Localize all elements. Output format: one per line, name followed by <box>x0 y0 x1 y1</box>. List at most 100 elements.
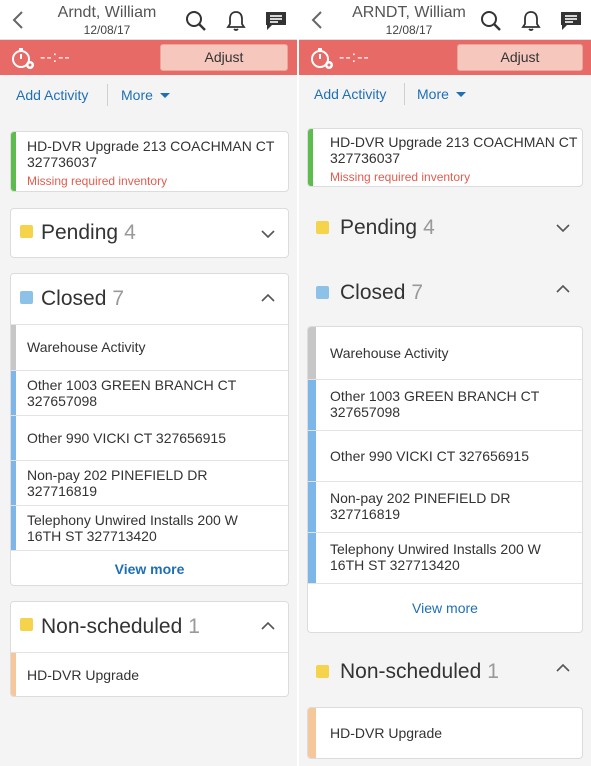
right-screen: ARNDT, William 12/08/17 --:-- Adjust Add… <box>299 0 591 766</box>
more-menu-button[interactable]: More <box>121 87 170 103</box>
chevron-left-icon <box>311 11 322 29</box>
action-bar: Add Activity More <box>299 75 591 113</box>
adjust-button[interactable]: Adjust <box>457 44 583 71</box>
search-button[interactable] <box>479 9 503 33</box>
item-text: Other 1003 GREEN BRANCH CT 327657098 <box>27 377 237 409</box>
more-menu-button[interactable]: More <box>417 86 466 102</box>
pending-label: Pending <box>340 216 418 239</box>
list-item[interactable]: Warehouse Activity <box>11 325 288 370</box>
closed-list: Warehouse Activity Other 1003 GREEN BRAN… <box>307 326 583 633</box>
item-text: Telephony Unwired Installs 200 W 16TH ST… <box>330 541 541 573</box>
pending-color-square <box>20 225 33 238</box>
list-item[interactable]: Telephony Unwired Installs 200 W 16TH ST… <box>308 532 582 583</box>
adjust-button[interactable]: Adjust <box>160 44 288 71</box>
add-activity-link[interactable]: Add Activity <box>314 86 386 102</box>
group-closed-header[interactable]: Closed 7 <box>11 274 288 325</box>
status-stripe <box>308 708 316 758</box>
back-button[interactable] <box>8 8 30 32</box>
list-item[interactable]: Non-pay 202 PINEFIELD DR 327716819 <box>308 481 582 532</box>
inventory-warning: Missing required inventory <box>27 174 168 188</box>
notifications-button[interactable] <box>519 9 543 33</box>
chevron-up-icon <box>555 281 571 297</box>
status-stripe <box>308 431 316 481</box>
chat-icon <box>561 12 581 30</box>
item-text: Other 1003 GREEN BRANCH CT 327657098 <box>330 388 540 420</box>
status-stripe <box>11 506 16 550</box>
list-item[interactable]: HD-DVR Upgrade <box>308 708 582 758</box>
group-nonscheduled-header[interactable]: Non-scheduled 1 <box>307 648 583 698</box>
pending-label: Pending <box>41 221 119 244</box>
group-nonscheduled-header[interactable]: Non-scheduled 1 <box>11 602 288 653</box>
action-bar: Add Activity More <box>0 75 297 115</box>
stopwatch-icon <box>12 48 34 69</box>
search-icon <box>186 11 206 31</box>
list-item[interactable]: Other 990 VICKI CT 327656915 <box>308 430 582 481</box>
group-pending-header[interactable]: Pending 4 <box>10 208 289 258</box>
left-screen: Arndt, William 12/08/17 --:-- Adjust Add… <box>0 0 297 766</box>
notifications-button[interactable] <box>224 9 248 33</box>
list-item[interactable]: Other 1003 GREEN BRANCH CT 327657098 <box>11 370 288 415</box>
resource-name: Arndt, William <box>57 4 157 21</box>
caret-down-icon <box>455 91 466 97</box>
nonscheduled-list: HD-DVR Upgrade <box>307 707 583 759</box>
back-button[interactable] <box>307 8 329 32</box>
group-closed: Closed 7 Warehouse Activity Other 1003 GR… <box>10 273 289 586</box>
activity-title: HD-DVR Upgrade 213 COACHMAN CT 327736037 <box>330 134 578 166</box>
view-more-link[interactable]: View more <box>308 583 582 632</box>
group-label: Pending 4 <box>41 221 136 245</box>
more-label: More <box>121 87 153 103</box>
activity-card[interactable]: HD-DVR Upgrade 213 COACHMAN CT 327736037… <box>10 131 289 192</box>
status-stripe <box>308 380 316 430</box>
resource-title: ARNDT, William 12/08/17 <box>339 3 479 37</box>
status-stripe <box>308 482 316 532</box>
group-closed-header[interactable]: Closed 7 <box>307 269 583 319</box>
search-button[interactable] <box>184 9 208 33</box>
inventory-warning: Missing required inventory <box>330 170 471 184</box>
status-stripe <box>11 371 16 415</box>
list-item[interactable]: HD-DVR Upgrade <box>11 653 288 696</box>
view-more-link[interactable]: View more <box>11 550 288 585</box>
resource-date: 12/08/17 <box>83 23 131 37</box>
nonscheduled-count: 1 <box>487 660 499 683</box>
closed-color-square <box>20 291 33 304</box>
item-text: Other 990 VICKI CT 327656915 <box>330 448 529 464</box>
activity-title: HD-DVR Upgrade 213 COACHMAN CT 327736037 <box>27 138 275 170</box>
item-text: Non-pay 202 PINEFIELD DR 327716819 <box>330 490 511 522</box>
chevron-up-icon <box>260 290 276 306</box>
resource-date: 12/08/17 <box>385 23 433 37</box>
timer-value: --:-- <box>339 49 370 66</box>
status-stripe <box>308 129 313 186</box>
messages-button[interactable] <box>264 9 288 33</box>
status-stripe <box>308 327 316 379</box>
list-item[interactable]: Other 1003 GREEN BRANCH CT 327657098 <box>308 379 582 430</box>
activity-card[interactable]: HD-DVR Upgrade 213 COACHMAN CT 327736037… <box>307 128 583 187</box>
list-item[interactable]: Other 990 VICKI CT 327656915 <box>11 415 288 460</box>
list-item[interactable]: Non-pay 202 PINEFIELD DR 327716819 <box>11 460 288 505</box>
action-separator <box>107 84 108 106</box>
list-item[interactable]: Warehouse Activity <box>308 327 582 379</box>
status-stripe <box>308 533 316 583</box>
bell-icon <box>521 11 541 31</box>
item-text: Telephony Unwired Installs 200 W 16TH ST… <box>27 512 238 544</box>
item-text: Warehouse Activity <box>330 345 449 361</box>
item-text: HD-DVR Upgrade <box>330 725 443 741</box>
resource-name: ARNDT, William <box>352 4 466 21</box>
item-text: Other 990 VICKI CT 327656915 <box>27 430 226 446</box>
list-item[interactable]: Telephony Unwired Installs 200 W 16TH ST… <box>11 505 288 550</box>
closed-count: 7 <box>411 281 424 304</box>
chat-icon <box>266 12 286 30</box>
caret-down-icon <box>159 92 170 98</box>
chevron-down-icon <box>260 226 276 242</box>
messages-button[interactable] <box>559 9 583 33</box>
group-nonscheduled: Non-scheduled 1 HD-DVR Upgrade <box>10 601 289 697</box>
group-pending-header[interactable]: Pending 4 <box>307 204 583 254</box>
closed-count: 7 <box>112 287 125 310</box>
add-activity-link[interactable]: Add Activity <box>16 87 88 103</box>
nonscheduled-color-square <box>316 665 329 678</box>
pending-count: 4 <box>423 216 435 239</box>
chevron-down-icon <box>555 220 571 236</box>
closed-color-square <box>316 286 329 299</box>
app-header: Arndt, William 12/08/17 <box>0 0 297 40</box>
search-icon <box>481 11 501 31</box>
nonscheduled-label: Non-scheduled <box>340 660 482 683</box>
